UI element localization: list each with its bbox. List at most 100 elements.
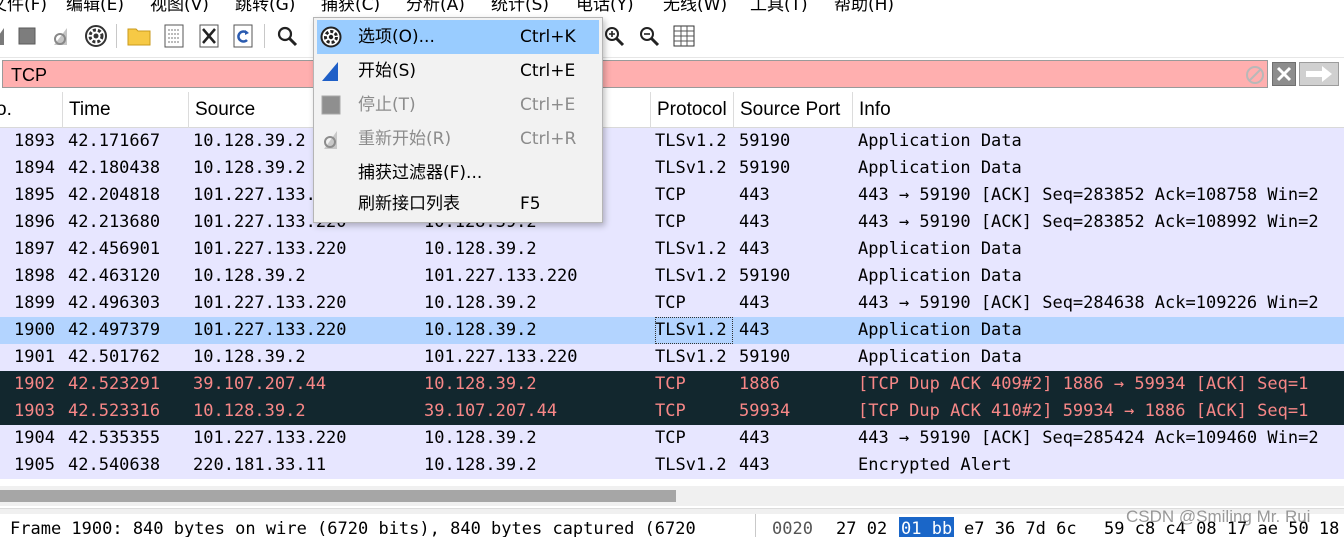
cell-time: 42.497379 (68, 320, 161, 340)
menu-go[interactable]: 跳转(G) (235, 0, 295, 14)
menu-wireless[interactable]: 无线(W) (663, 0, 727, 14)
menu-item-options[interactable]: 选项(O)... Ctrl+K (317, 20, 599, 54)
cell-protocol: TLSv1.2 (655, 131, 727, 151)
table-row[interactable]: 1897 42.456901 101.227.133.220 10.128.39.2 T… (0, 236, 1344, 263)
menu-item-stop[interactable]: 停止(T) Ctrl+E (314, 88, 602, 122)
table-row[interactable]: 1898 42.463120 10.128.39.2 101.227.133.220 T… (0, 263, 1344, 290)
resize-columns-button[interactable] (671, 22, 697, 50)
cell-source-port: 443 (739, 239, 770, 259)
close-file-icon (199, 24, 219, 48)
cell-protocol: TLSv1.2 (655, 455, 727, 475)
filter-reset-button[interactable] (1272, 62, 1296, 86)
save-file-button[interactable] (161, 22, 187, 50)
cell-time: 42.463120 (68, 266, 161, 286)
cell-info: 443 → 59190 [ACK] Seq=283852 Ack=108992 … (858, 212, 1319, 232)
zoom-out-button[interactable] (637, 22, 663, 50)
menu-item-restart[interactable]: 重新开始(R) Ctrl+R (314, 122, 602, 156)
cell-time: 42.501762 (68, 347, 161, 367)
menu-edit[interactable]: 编辑(E) (66, 0, 124, 14)
cell-protocol: TLSv1.2 (655, 347, 727, 367)
cell-time: 42.180438 (68, 158, 161, 178)
watermark: CSDN @Smiling Mr. Rui (1126, 507, 1311, 526)
menu-view[interactable]: 视图(V) (150, 0, 209, 14)
cell-protocol: TLSv1.2 (655, 239, 727, 259)
menu-item-capture-filters[interactable]: 捕获过滤器(F)... (314, 156, 602, 190)
capture-options-button[interactable] (83, 22, 109, 50)
menu-item-refresh-interfaces[interactable]: 刷新接口列表 F5 (314, 187, 602, 221)
cell-protocol: TCP (655, 293, 686, 313)
cell-protocol: TLSv1.2 (655, 317, 733, 344)
menu-tools[interactable]: 工具(T) (750, 0, 808, 14)
close-file-button[interactable] (196, 22, 222, 50)
reload-file-button[interactable] (230, 22, 256, 50)
cell-source: 101.227.133.220 (193, 293, 347, 313)
menu-analyze[interactable]: 分析(A) (406, 0, 465, 14)
restart-capture-icon (50, 24, 74, 48)
find-packet-button[interactable] (274, 22, 300, 50)
filter-apply-button[interactable] (1299, 62, 1339, 86)
cell-info: [TCP Dup ACK 410#2] 59934 → 1886 [ACK] S… (858, 401, 1309, 421)
table-row[interactable]: 189442.18043810.128.39.2101.227.133.220T… (0, 155, 1344, 182)
menu-file[interactable]: 文件(F) (0, 0, 47, 14)
frame-summary-line[interactable]: Frame 1900: 840 bytes on wire (6720 bits… (10, 519, 696, 537)
table-row[interactable]: 1903 42.523316 10.128.39.2 39.107.207.44 TCP… (0, 398, 1344, 425)
restart-capture-button[interactable] (49, 22, 75, 50)
cell-time: 42.523316 (68, 401, 161, 421)
bytes-hex[interactable]: e7 36 7d 6c (964, 519, 1077, 537)
table-row[interactable]: 189342.17166710.128.39.2101.227.133.220T… (0, 128, 1344, 155)
capture-options-icon (84, 24, 108, 48)
display-filter-bar: TCP (0, 58, 1344, 90)
menu-statistics[interactable]: 统计(S) (491, 0, 549, 14)
cell-destination: 10.128.39.2 (424, 455, 537, 475)
table-row[interactable]: 1901 42.501762 10.128.39.2 101.227.133.220 T… (0, 344, 1344, 371)
cell-time: 42.204818 (68, 185, 161, 205)
cell-source-port: 443 (739, 455, 770, 475)
bytes-hex[interactable]: 27 02 (836, 519, 887, 537)
cell-protocol: TCP (655, 401, 686, 421)
horizontal-scrollbar[interactable] (0, 486, 1344, 506)
column-header-protocol[interactable]: Protocol (651, 92, 734, 128)
cell-no: 1904 (14, 428, 55, 448)
column-header-source-port[interactable]: Source Port (734, 92, 853, 128)
bytes-hex-highlighted[interactable]: 01 bb (899, 517, 955, 537)
table-row[interactable]: 1904 42.535355 101.227.133.220 10.128.39.2 T… (0, 425, 1344, 452)
zoom-in-button[interactable] (602, 22, 628, 50)
table-row[interactable]: 1902 42.523291 39.107.207.44 10.128.39.2 TCP… (0, 371, 1344, 398)
open-file-button[interactable] (126, 22, 152, 50)
menu-help[interactable]: 帮助(H) (834, 0, 894, 14)
column-header-no[interactable]: o. (0, 92, 63, 128)
menu-telephony[interactable]: 电话(Y) (576, 0, 634, 14)
scrollbar-thumb[interactable] (0, 490, 676, 502)
restart-fin-icon (319, 127, 343, 151)
cell-time: 42.171667 (68, 131, 161, 151)
column-header-info[interactable]: Info (853, 92, 1344, 128)
table-row[interactable]: 189542.204818101.227.133.22010.128.39.2T… (0, 182, 1344, 209)
display-filter-input[interactable]: TCP (2, 60, 1268, 88)
table-row[interactable]: 1899 42.496303 101.227.133.220 10.128.39.2 T… (0, 290, 1344, 317)
open-file-icon (127, 25, 151, 47)
cell-info: 443 → 59190 [ACK] Seq=284638 Ack=109226 … (858, 293, 1319, 313)
table-row-selected[interactable]: 1900 42.497379 101.227.133.220 10.128.39.2 T… (0, 317, 1344, 344)
menu-capture[interactable]: 捕获(C) (321, 0, 380, 14)
menubar: 文件(F) 编辑(E) 视图(V) 跳转(G) 捕获(C) 分析(A) 统计(S… (0, 0, 1344, 14)
stop-capture-button[interactable] (14, 22, 40, 50)
column-header-time[interactable]: Time (63, 92, 189, 128)
bytes-offset: 0020 (772, 519, 813, 537)
cell-source: 10.128.39.2 (193, 266, 306, 286)
cell-destination: 10.128.39.2 (424, 320, 537, 340)
cell-time: 42.535355 (68, 428, 161, 448)
menu-item-start[interactable]: 开始(S) Ctrl+E (314, 54, 602, 88)
filter-clear-icon[interactable] (1245, 65, 1265, 85)
find-packet-icon (276, 25, 298, 47)
table-row[interactable]: 1905 42.540638 220.181.33.11 10.128.39.2 TLS… (0, 452, 1344, 479)
packet-details-pane[interactable]: Frame 1900: 840 bytes on wire (6720 bits… (0, 514, 756, 537)
menu-item-shortcut: Ctrl+K (520, 27, 576, 47)
cell-source: 10.128.39.2 (193, 347, 306, 367)
table-row[interactable]: 189642.213680101.227.133.22010.128.39.2T… (0, 209, 1344, 236)
cell-info: Application Data (858, 158, 1022, 178)
start-capture-button[interactable] (0, 22, 14, 50)
cell-source-port: 1886 (739, 374, 780, 394)
toolbar-separator (116, 24, 117, 48)
cell-info: 443 → 59190 [ACK] Seq=285424 Ack=109460 … (858, 428, 1319, 448)
reload-file-icon (233, 24, 253, 48)
